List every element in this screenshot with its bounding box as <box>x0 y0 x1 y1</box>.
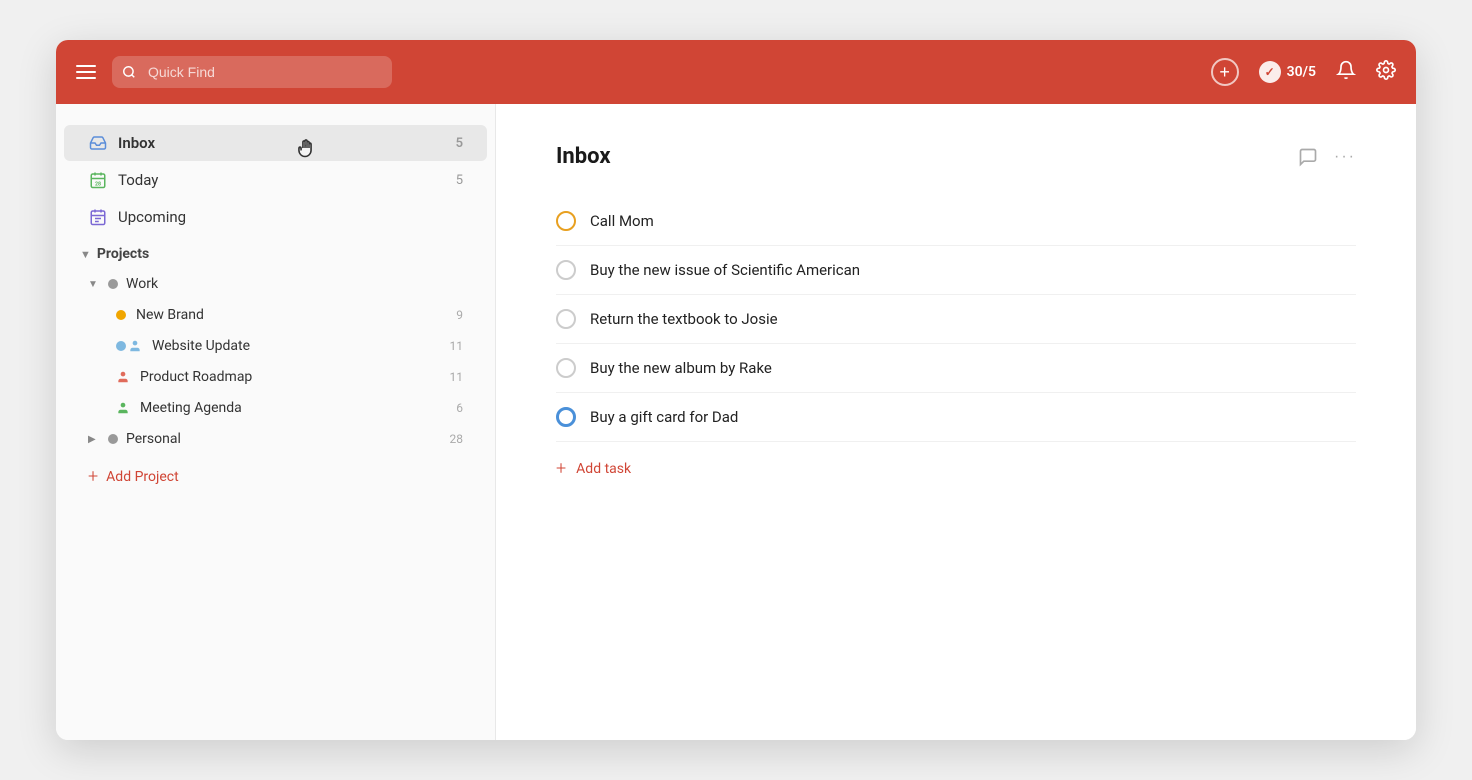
gear-icon[interactable] <box>1376 60 1396 85</box>
project-item-new-brand[interactable]: New Brand 9 <box>64 300 487 330</box>
person-icon <box>128 339 142 353</box>
meeting-agenda-count: 6 <box>456 401 463 415</box>
new-brand-count: 9 <box>456 308 463 322</box>
task-circle-0 <box>556 211 576 231</box>
personal-dot <box>108 434 118 444</box>
work-label: Work <box>126 276 158 292</box>
task-label-4: Buy a gift card for Dad <box>590 408 738 426</box>
add-project-button[interactable]: + Add Project <box>64 458 487 495</box>
personal-count: 28 <box>450 432 464 446</box>
content-actions: ··· <box>1298 147 1356 167</box>
ellipsis-icon: ··· <box>1334 148 1356 166</box>
search-input[interactable] <box>112 56 392 88</box>
add-task-plus-icon: + <box>556 458 566 479</box>
cursor-icon <box>294 137 318 161</box>
add-button[interactable]: + <box>1211 58 1239 86</box>
karma-score: 30/5 <box>1287 64 1316 80</box>
project-item-product-roadmap[interactable]: Product Roadmap 11 <box>64 362 487 392</box>
task-item-3[interactable]: Buy the new album by Rake <box>556 344 1356 393</box>
task-label-3: Buy the new album by Rake <box>590 359 772 377</box>
bell-icon[interactable] <box>1336 60 1356 85</box>
personal-chevron-icon: ▶ <box>88 434 100 445</box>
main-layout: Inbox 5 28 <box>56 104 1416 740</box>
meeting-agenda-icon <box>116 401 130 415</box>
app-window: + ✓ 30/5 <box>56 40 1416 740</box>
task-item-0[interactable]: Call Mom <box>556 197 1356 246</box>
sidebar: Inbox 5 28 <box>56 104 496 740</box>
upcoming-label: Upcoming <box>118 208 186 226</box>
karma-check-icon: ✓ <box>1259 61 1281 83</box>
comment-button[interactable] <box>1298 147 1318 167</box>
today-count: 5 <box>456 173 463 188</box>
project-item-website-update[interactable]: Website Update 11 <box>64 331 487 361</box>
task-label-0: Call Mom <box>590 212 654 230</box>
website-update-count: 11 <box>450 339 464 353</box>
website-update-label: Website Update <box>152 338 250 354</box>
website-update-dot <box>116 341 126 351</box>
personal-label: Personal <box>126 431 181 447</box>
project-item-meeting-agenda[interactable]: Meeting Agenda 6 <box>64 393 487 423</box>
search-wrapper <box>112 56 392 88</box>
inbox-icon <box>88 133 108 153</box>
sidebar-item-upcoming[interactable]: Upcoming <box>64 199 487 235</box>
svg-text:28: 28 <box>95 181 101 187</box>
task-circle-2 <box>556 309 576 329</box>
today-label: Today <box>118 171 158 189</box>
task-item-2[interactable]: Return the textbook to Josie <box>556 295 1356 344</box>
header-right: + ✓ 30/5 <box>1211 58 1396 86</box>
new-brand-label: New Brand <box>136 307 204 323</box>
product-roadmap-count: 11 <box>450 370 464 384</box>
task-circle-1 <box>556 260 576 280</box>
task-label-1: Buy the new issue of Scientific American <box>590 261 860 279</box>
add-project-plus-icon: + <box>88 466 98 487</box>
work-dot <box>108 279 118 289</box>
page-title: Inbox <box>556 144 611 169</box>
inbox-count: 5 <box>456 136 463 151</box>
inbox-label: Inbox <box>118 134 155 152</box>
add-project-label: Add Project <box>106 469 179 485</box>
task-list: Call Mom Buy the new issue of Scientific… <box>556 197 1356 442</box>
menu-icon[interactable] <box>76 65 96 79</box>
content-area: Inbox ··· Call Mom <box>496 104 1416 740</box>
project-group-personal[interactable]: ▶ Personal 28 <box>64 424 487 454</box>
task-label-2: Return the textbook to Josie <box>590 310 778 328</box>
projects-chevron-icon: ▼ <box>80 248 91 261</box>
sidebar-item-today[interactable]: 28 Today 5 <box>64 162 487 198</box>
new-brand-dot <box>116 310 126 320</box>
add-task-row[interactable]: + Add task <box>556 442 1356 495</box>
project-group-work[interactable]: ▼ Work <box>64 269 487 299</box>
add-task-label: Add task <box>576 461 631 477</box>
meeting-agenda-label: Meeting Agenda <box>140 400 242 416</box>
sidebar-item-inbox[interactable]: Inbox 5 <box>64 125 487 161</box>
upcoming-icon <box>88 207 108 227</box>
task-circle-3 <box>556 358 576 378</box>
header: + ✓ 30/5 <box>56 40 1416 104</box>
karma-display: ✓ 30/5 <box>1259 61 1316 83</box>
today-icon: 28 <box>88 170 108 190</box>
comment-icon <box>1298 147 1318 167</box>
content-header: Inbox ··· <box>556 144 1356 169</box>
product-roadmap-icon <box>116 370 130 384</box>
projects-section-label: Projects <box>97 246 149 262</box>
task-item-1[interactable]: Buy the new issue of Scientific American <box>556 246 1356 295</box>
product-roadmap-label: Product Roadmap <box>140 369 252 385</box>
projects-section-header[interactable]: ▼ Projects <box>56 236 495 268</box>
work-chevron-icon: ▼ <box>88 279 100 290</box>
task-circle-4 <box>556 407 576 427</box>
task-item-4[interactable]: Buy a gift card for Dad <box>556 393 1356 442</box>
more-options-button[interactable]: ··· <box>1334 148 1356 166</box>
